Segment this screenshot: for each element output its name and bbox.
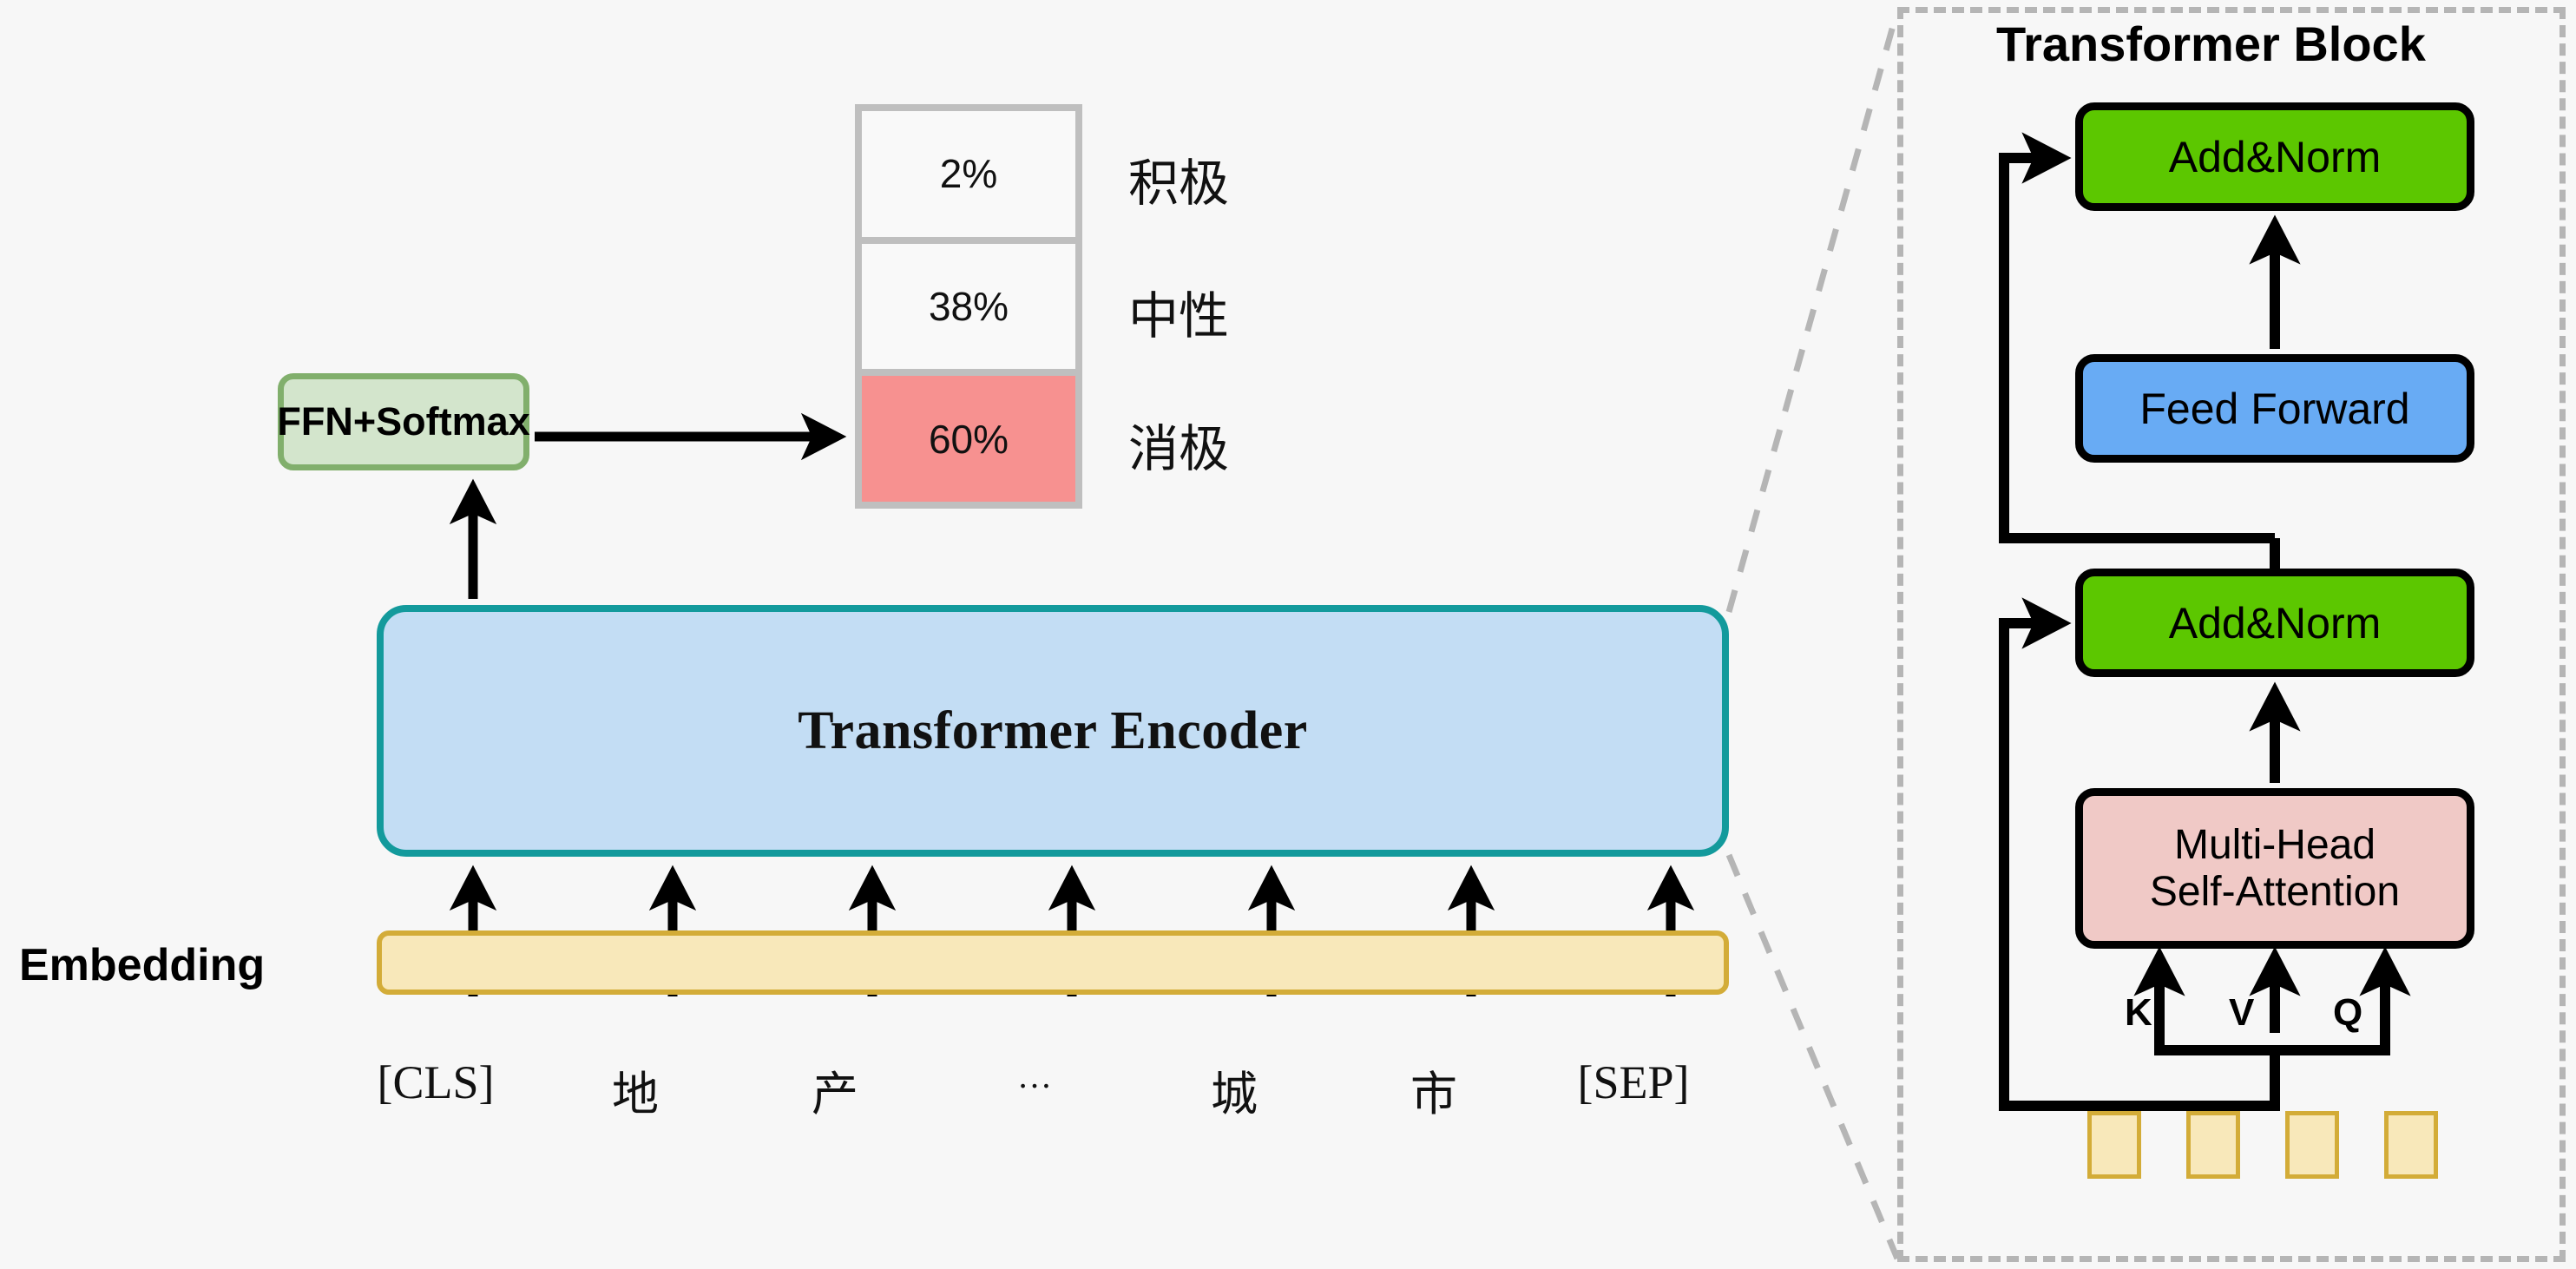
qkv-label-k: K	[2125, 991, 2152, 1034]
add-norm-top-label: Add&Norm	[2168, 132, 2382, 181]
feed-forward-label: Feed Forward	[2139, 384, 2410, 433]
ffn-softmax-node[interactable]: FFN+Softmax	[277, 373, 530, 470]
prediction-class-label: 积极	[1128, 155, 1230, 213]
feed-forward-node[interactable]: Feed Forward	[2075, 354, 2474, 463]
token-label: …	[1017, 1056, 1052, 1095]
multi-head-self-attention-node[interactable]: Multi-Head Self-Attention	[2075, 788, 2474, 949]
prediction-cell: 60%	[862, 376, 1075, 503]
prediction-cell: 38%	[862, 243, 1075, 370]
add-norm-top-node[interactable]: Add&Norm	[2075, 102, 2474, 211]
multi-head-line-1: Multi-Head	[2173, 821, 2376, 868]
add-norm-bottom-label: Add&Norm	[2168, 598, 2382, 648]
multi-head-line-2: Self-Attention	[2149, 868, 2401, 915]
prediction-class-label: 中性	[1128, 288, 1230, 345]
qkv-label-q: Q	[2333, 991, 2363, 1034]
prediction-class-label: 消极	[1128, 420, 1230, 477]
ffn-softmax-label: FFN+Softmax	[277, 399, 530, 444]
diagram-canvas: FFN+Softmax Transformer Encoder Embeddin…	[0, 0, 2576, 1269]
token-label: 产	[812, 1068, 858, 1121]
token-label: [CLS]	[377, 1056, 495, 1108]
token-label: 城	[1211, 1068, 1258, 1121]
transformer-encoder-node[interactable]: Transformer Encoder	[377, 605, 1729, 857]
qkv-label-v: V	[2229, 991, 2255, 1034]
block-input-token-box	[2087, 1111, 2141, 1179]
transformer-encoder-label: Transformer Encoder	[798, 700, 1308, 760]
block-input-token-box	[2384, 1111, 2438, 1179]
token-label: 市	[1410, 1068, 1457, 1121]
transformer-block-title: Transformer Block	[1996, 16, 2426, 71]
block-input-token-box	[2285, 1111, 2339, 1179]
embedding-bar[interactable]	[377, 930, 1729, 995]
token-label: [SEP]	[1577, 1056, 1690, 1108]
token-label: 地	[612, 1068, 659, 1121]
block-input-token-box	[2186, 1111, 2240, 1179]
prediction-cell: 2%	[862, 111, 1075, 237]
embedding-label: Embedding	[19, 940, 266, 990]
prediction-table: 2% 38% 60%	[855, 104, 1082, 509]
zoom-callout-lines	[1725, 10, 1901, 1260]
add-norm-bottom-node[interactable]: Add&Norm	[2075, 569, 2474, 677]
